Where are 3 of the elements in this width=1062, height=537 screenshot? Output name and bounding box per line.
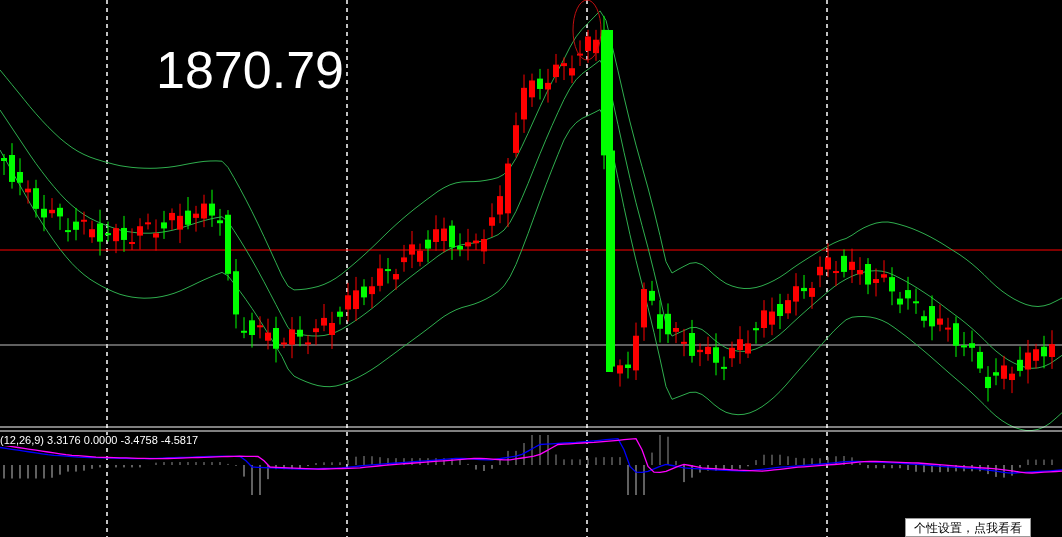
settings-popup[interactable]: 个性设置，点我看看: [905, 518, 1031, 537]
indicator-label: (12,26,9) 3.3176 0.0000 -3.4758 -4.5817: [0, 435, 199, 446]
price-label: 1870.79: [156, 44, 344, 96]
